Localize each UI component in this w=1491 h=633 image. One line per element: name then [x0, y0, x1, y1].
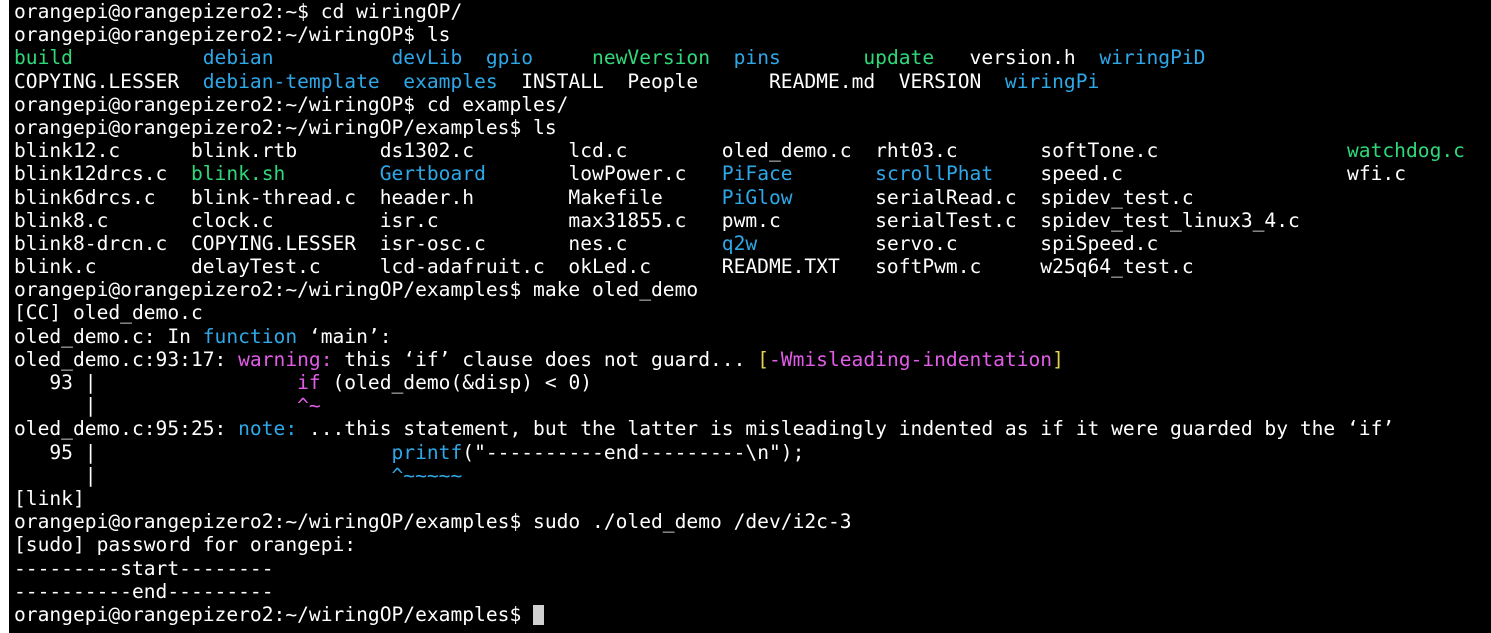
- terminal-text: lowPower.c: [568, 162, 722, 186]
- terminal-text: Gertboard: [379, 162, 569, 186]
- terminal-text: ("----------end---------\n");: [462, 440, 805, 464]
- terminal-line: | ^~: [14, 394, 1491, 417]
- terminal-text: [link]: [14, 486, 85, 510]
- terminal-text: orangepi@orangepizero2:~/wiringOP/exampl…: [14, 115, 557, 139]
- terminal-line: [link]: [14, 487, 1491, 510]
- terminal-text: gpio: [485, 46, 593, 70]
- terminal-text: examples: [403, 69, 522, 93]
- terminal-text: ---------start--------: [14, 556, 274, 580]
- terminal-text: [: [757, 347, 769, 371]
- terminal-text: [CC] oled_demo.c: [14, 301, 203, 325]
- terminal-text: devLib: [391, 46, 486, 70]
- terminal-text: blink12.c blink.rtb ds1302.c lcd.c oled_…: [14, 139, 1347, 163]
- terminal-text: if: [297, 371, 321, 394]
- terminal-text: orangepi@orangepizero2:~/wiringOP/exampl…: [14, 602, 534, 626]
- terminal-text: build: [14, 46, 203, 70]
- terminal-text: servo.c spiSpeed.c: [875, 231, 1159, 255]
- terminal-text: newVersion: [592, 46, 734, 70]
- terminal-line: orangepi@orangepizero2:~/wiringOP/exampl…: [14, 278, 1491, 301]
- terminal-text: orangepi@orangepizero2:~/wiringOP/exampl…: [14, 278, 699, 302]
- terminal-text: wiringPi: [1004, 69, 1100, 93]
- terminal-text: ...this statement, but the latter is mis…: [297, 417, 1395, 441]
- terminal-text: ^~: [297, 394, 321, 418]
- terminal-text: ‘main’:: [297, 324, 392, 348]
- terminal-line: blink12.c blink.rtb ds1302.c lcd.c oled_…: [14, 139, 1491, 162]
- terminal-line: oled_demo.c:93:17: warning: this ‘if’ cl…: [14, 348, 1491, 371]
- terminal-text: COPYING.LESSER: [14, 69, 203, 93]
- terminal-text: version.h: [969, 46, 1100, 70]
- terminal-text: orangepi@orangepizero2:~$ cd wiringOP/: [14, 0, 463, 23]
- terminal-text: ^~~~~~: [391, 463, 463, 487]
- terminal-text: blink6drcs.c blink-thread.c header.h Mak…: [14, 185, 722, 209]
- terminal-text: debian-template: [202, 69, 404, 93]
- terminal-text: PiFace: [721, 162, 876, 186]
- terminal-line: orangepi@orangepizero2:~/wiringOP/exampl…: [14, 116, 1491, 139]
- terminal-line: blink6drcs.c blink-thread.c header.h Mak…: [14, 186, 1491, 209]
- terminal-line: orangepi@orangepizero2:~/wiringOP$ cd ex…: [14, 93, 1491, 116]
- terminal-line: blink8.c clock.c isr.c max31855.c pwm.c …: [14, 209, 1491, 232]
- terminal-line: blink.c delayTest.c lcd-adafruit.c okLed…: [14, 255, 1491, 278]
- terminal-text: blink.sh: [190, 162, 380, 186]
- terminal-text: blink8-drcn.c COPYING.LESSER isr-osc.c n…: [14, 231, 722, 255]
- terminal-text: PiGlow: [721, 185, 876, 209]
- terminal-line: orangepi@orangepizero2:~/wiringOP/exampl…: [14, 603, 1491, 626]
- terminal-text: watchdog.c: [1347, 139, 1465, 163]
- terminal-text: orangepi@orangepizero2:~/wiringOP$ cd ex…: [14, 92, 569, 116]
- terminal-text: orangepi@orangepizero2:~/wiringOP$ ls: [14, 23, 451, 47]
- terminal-text: |: [14, 394, 298, 418]
- terminal-text: speed.c wfi.c: [1040, 162, 1407, 186]
- terminal-text: blink8.c clock.c isr.c max31855.c pwm.c …: [14, 208, 1300, 232]
- terminal-line: orangepi@orangepizero2:~$ cd wiringOP/: [14, 0, 1491, 23]
- terminal-line: [sudo] password for orangepi:: [14, 533, 1491, 556]
- terminal-text: update: [863, 46, 970, 70]
- terminal-text: oled_demo.c:95:25:: [14, 417, 239, 441]
- terminal-text: ]: [1052, 347, 1064, 371]
- terminal-line: orangepi@orangepizero2:~/wiringOP$ ls: [14, 23, 1491, 46]
- terminal-text: 93 |: [14, 371, 298, 394]
- terminal-line: blink12drcs.c blink.sh Gertboard lowPowe…: [14, 162, 1491, 185]
- terminal-line: oled_demo.c:95:25: note: ...this stateme…: [14, 417, 1491, 440]
- terminal-cursor: [533, 604, 545, 625]
- terminal-line: [CC] oled_demo.c: [14, 301, 1491, 324]
- terminal-text: orangepi@orangepizero2:~/wiringOP/exampl…: [14, 510, 852, 534]
- terminal-text: -Wmisleading-indentation: [768, 347, 1053, 371]
- terminal-text: oled_demo.c: In: [14, 324, 203, 348]
- terminal-text: this ‘if’ clause does not guard...: [332, 347, 758, 371]
- terminal-line: blink8-drcn.c COPYING.LESSER isr-osc.c n…: [14, 232, 1491, 255]
- terminal-text: printf: [391, 440, 463, 464]
- terminal-window[interactable]: orangepi@orangepizero2:~$ cd wiringOP/or…: [9, 0, 1491, 633]
- terminal-text: oled_demo.c:93:17:: [14, 347, 239, 371]
- terminal-line: 93 | if (oled_demo(&disp) < 0): [14, 371, 1491, 394]
- terminal-text: blink.c delayTest.c lcd-adafruit.c okLed…: [14, 255, 1194, 279]
- terminal-text: 95 |: [14, 440, 392, 464]
- terminal-text: pins: [733, 46, 864, 70]
- terminal-text: [sudo] password for orangepi:: [14, 533, 357, 557]
- terminal-line: | ^~~~~~: [14, 464, 1491, 487]
- window-edge: [0, 0, 9, 633]
- terminal-line: 95 | printf("----------end---------\n");: [14, 441, 1491, 464]
- terminal-text: wiringPiD: [1099, 46, 1206, 70]
- terminal-line: oled_demo.c: In function ‘main’:: [14, 325, 1491, 348]
- terminal-text: INSTALL People README.md VERSION: [521, 69, 1005, 93]
- terminal-line: COPYING.LESSER debian-template examples …: [14, 70, 1491, 93]
- terminal-text: blink12drcs.c: [14, 162, 191, 186]
- terminal-text: warning:: [238, 347, 333, 371]
- terminal-text: scrollPhat: [875, 162, 1041, 186]
- terminal-text: q2w: [721, 231, 876, 255]
- terminal-line: ----------end---------: [14, 580, 1491, 603]
- terminal-text: function: [202, 324, 298, 348]
- terminal-line: orangepi@orangepizero2:~/wiringOP/exampl…: [14, 510, 1491, 533]
- terminal-text: |: [14, 463, 392, 487]
- terminal-text: (oled_demo(&disp) < 0): [320, 371, 593, 394]
- terminal-line: ---------start--------: [14, 557, 1491, 580]
- terminal-text: serialRead.c spidev_test.c: [875, 185, 1194, 209]
- terminal-line: build debian devLib gpio newVersion pins…: [14, 46, 1491, 69]
- terminal-text: note:: [238, 417, 298, 441]
- terminal-text: ----------end---------: [14, 579, 274, 603]
- terminal-text: debian: [202, 46, 392, 70]
